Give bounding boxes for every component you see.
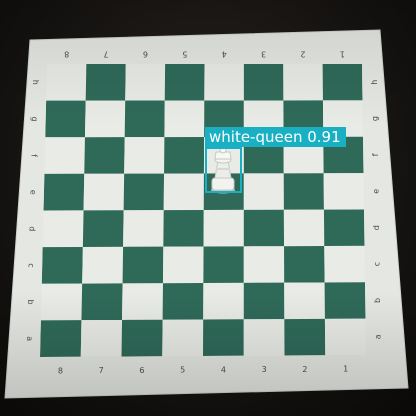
board-square: [163, 173, 204, 211]
board-square: [44, 137, 85, 174]
board-square: [323, 173, 364, 210]
board-square: [324, 282, 366, 319]
rank-label-bottom: 2: [302, 365, 307, 374]
file-label-right: a: [373, 334, 382, 339]
board-square: [283, 173, 324, 210]
board-square: [284, 282, 325, 320]
rank-label-top: 1: [340, 50, 345, 59]
board-square: [83, 173, 125, 211]
file-label-right: f: [371, 153, 380, 156]
board-square: [164, 64, 205, 101]
board-square: [162, 283, 204, 320]
file-label-left: d: [28, 226, 37, 231]
board-square: [46, 64, 87, 101]
board-square: [124, 137, 165, 174]
board-square: [243, 319, 285, 356]
board-square: [123, 210, 164, 247]
rank-label-top: 7: [104, 50, 109, 59]
board-square: [43, 173, 85, 211]
board-square: [283, 64, 323, 101]
file-label-right: h: [370, 80, 379, 85]
board-square: [122, 246, 164, 284]
file-label-left: c: [27, 263, 36, 267]
board-square: [164, 137, 205, 174]
board-square: [163, 210, 204, 247]
file-label-right: c: [372, 262, 381, 266]
board-square: [322, 64, 363, 101]
board-square: [243, 209, 285, 247]
rank-label-bottom: 3: [262, 365, 267, 374]
board-square: [243, 246, 285, 283]
detection-bounding-box: [205, 147, 242, 193]
board-square: [243, 173, 284, 210]
rank-label-top: 2: [300, 50, 305, 59]
file-label-left: b: [26, 300, 35, 305]
rank-label-top: 8: [64, 50, 69, 59]
rank-label-top: 3: [261, 50, 266, 59]
file-label-right: e: [371, 189, 380, 194]
file-label-left: h: [31, 80, 40, 85]
rank-label-top: 5: [182, 50, 187, 59]
board-square: [162, 319, 204, 357]
board-square: [324, 245, 365, 283]
chessboard-photo: 8 8 h h 7 7 g g 6 6 f f 5 5 e e 4 4 d d 3 3 c c 2 2 b b 1 1 a a: [4, 29, 409, 399]
board-square: [164, 100, 205, 138]
board-square: [45, 100, 86, 138]
board-square: [40, 283, 83, 321]
rank-label-top: 6: [143, 50, 148, 59]
file-label-left: f: [29, 154, 38, 157]
rank-label-top: 4: [222, 50, 227, 59]
file-label-right: d: [372, 225, 381, 230]
board-square: [40, 320, 82, 357]
rank-label-bottom: 6: [139, 366, 144, 375]
board-square: [203, 246, 244, 283]
board-square: [204, 64, 244, 101]
rank-label-bottom: 7: [99, 366, 104, 375]
board-square: [243, 282, 285, 320]
board-square: [82, 210, 124, 247]
board-square: [243, 64, 284, 101]
rank-label-bottom: 1: [343, 365, 348, 374]
board-square: [125, 64, 166, 101]
board-square: [42, 210, 84, 248]
rank-label-bottom: 8: [58, 366, 63, 375]
board-square: [203, 209, 244, 247]
board-square: [82, 246, 124, 284]
board-square: [41, 246, 83, 284]
board-square: [85, 64, 126, 101]
rank-label-bottom: 4: [221, 365, 226, 374]
board-square: [283, 209, 325, 247]
board-square: [284, 318, 326, 356]
board-square: [124, 100, 165, 138]
board-square: [121, 319, 163, 357]
board-square: [203, 319, 244, 356]
board-squares: [40, 64, 366, 357]
board-square: [122, 283, 163, 320]
file-label-left: a: [25, 336, 34, 341]
board-square: [323, 209, 365, 247]
file-label-left: e: [28, 190, 37, 195]
board-square: [81, 283, 123, 321]
rank-label-bottom: 5: [180, 366, 185, 375]
board-square: [324, 318, 366, 356]
board-square: [80, 319, 123, 357]
board-square: [123, 173, 165, 211]
board-square: [84, 137, 125, 174]
board-square: [284, 246, 325, 283]
board-square: [84, 100, 126, 138]
file-label-right: g: [370, 116, 379, 121]
board-square: [203, 282, 244, 320]
board-square: [162, 246, 204, 284]
file-label-right: b: [373, 298, 382, 303]
file-label-left: g: [30, 116, 39, 121]
detection-label: white-queen 0.91: [205, 127, 346, 147]
